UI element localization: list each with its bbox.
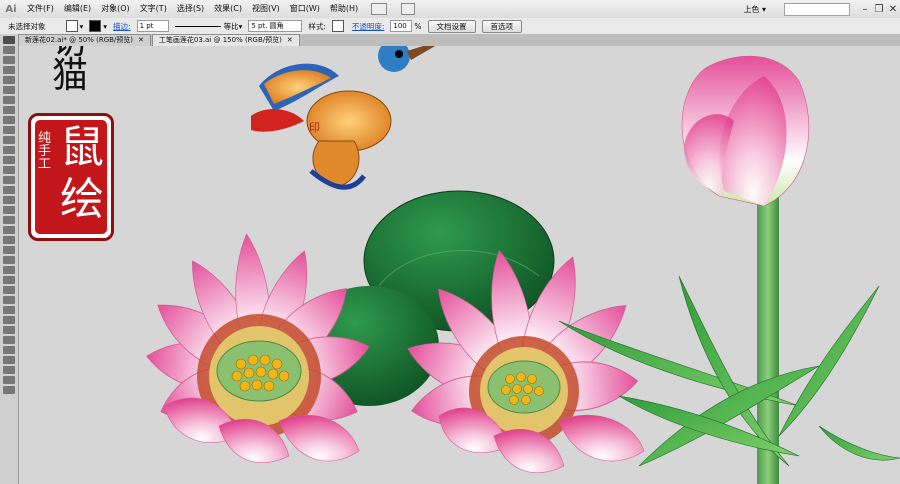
profile-label: 等比 (223, 21, 239, 31)
tab-label: 工笔画莲花03.ai @ 150% (RGB/预览) (158, 36, 282, 44)
tool-icon[interactable] (3, 96, 15, 104)
fill-color-control[interactable]: ▾ (65, 20, 83, 32)
stroke-swatch[interactable] (89, 20, 102, 32)
tool-icon[interactable] (3, 116, 15, 124)
menu-item[interactable]: 对象(O) (96, 0, 135, 18)
tool-icon[interactable] (3, 356, 15, 364)
svg-text:印: 印 (309, 121, 320, 134)
stroke-color-control[interactable]: ▾ (89, 20, 107, 32)
seal-character-1: 鼠 (60, 122, 104, 173)
tool-icon[interactable] (3, 206, 15, 214)
menu-item[interactable]: 选择(S) (172, 0, 209, 18)
maximize-icon[interactable]: ❐ (872, 2, 886, 16)
tool-icon[interactable] (3, 76, 15, 84)
tool-icon[interactable] (3, 166, 15, 174)
tool-icon[interactable] (3, 86, 15, 94)
tool-icon[interactable] (3, 36, 15, 44)
kingfisher-bird: 印 (251, 46, 436, 190)
close-icon[interactable]: ✕ (886, 2, 900, 16)
tool-icon[interactable] (3, 316, 15, 324)
control-bar: 未选择对象 ▾ ▾ 描边: 1 pt 等比 ▾ 5 pt. 圆角 样式: 不透明度… (0, 18, 900, 35)
stroke-label[interactable]: 描边: (113, 21, 131, 32)
artboard-canvas[interactable]: 印 猫 鼠 绘 纯手工 (19, 46, 900, 484)
menu-item[interactable]: 编辑(E) (59, 0, 96, 18)
tool-icon[interactable] (3, 176, 15, 184)
tab-label: 新莲花02.ai* @ 50% (RGB/预览) (25, 36, 134, 44)
tool-icon[interactable] (3, 276, 15, 284)
close-tab-icon[interactable]: ✕ (138, 35, 144, 46)
tool-icon[interactable] (3, 386, 15, 394)
menu-items: 文件(F) 编辑(E) 对象(O) 文字(T) 选择(S) 效果(C) 视图(V) 窗口(W)… (22, 0, 363, 18)
seal-character-2: 绘 (60, 174, 104, 225)
tool-icon[interactable] (3, 56, 15, 64)
tool-icon[interactable] (3, 266, 15, 274)
tab-document-1[interactable]: 新莲花02.ai* @ 50% (RGB/预览) ✕ (18, 34, 151, 46)
preferences-button[interactable]: 首选项 (481, 19, 523, 33)
tool-icon[interactable] (3, 376, 15, 384)
menu-item[interactable]: 文件(F) (22, 0, 59, 18)
red-seal-stamp: 鼠 绘 纯手工 (28, 113, 114, 241)
tool-icon[interactable] (3, 126, 15, 134)
tool-icon[interactable] (3, 46, 15, 54)
tool-icon[interactable] (3, 256, 15, 264)
tool-icon[interactable] (3, 296, 15, 304)
artwork-title: 猫 (52, 55, 89, 96)
opacity-unit: % (414, 21, 422, 31)
tool-icon[interactable] (3, 306, 15, 314)
app-logo: Ai (5, 3, 17, 15)
tab-document-2[interactable]: 工笔画莲花03.ai @ 150% (RGB/预览) ✕ (151, 34, 300, 46)
tool-icon[interactable] (3, 146, 15, 154)
tool-icon[interactable] (3, 136, 15, 144)
brush-definition-field[interactable]: 5 pt. 圆角 (248, 20, 303, 32)
menu-item[interactable]: 视图(V) (247, 0, 285, 18)
menu-item[interactable]: 文字(T) (135, 0, 172, 18)
tool-icon[interactable] (3, 156, 15, 164)
minimize-icon[interactable]: – (858, 2, 872, 16)
workspace-switcher[interactable]: 上色 ▾ (737, 4, 784, 15)
tool-icon[interactable] (3, 186, 15, 194)
lotus-flower-left (142, 231, 376, 463)
tool-icon[interactable] (3, 366, 15, 374)
lotus-artwork: 印 (142, 46, 900, 484)
search-input[interactable] (784, 2, 850, 16)
tool-icon[interactable] (3, 336, 15, 344)
tool-icon[interactable] (3, 216, 15, 224)
tool-icon[interactable] (3, 236, 15, 244)
bridge-icon[interactable] (371, 3, 388, 15)
style-label: 样式: (308, 21, 326, 31)
stroke-weight-field[interactable]: 1 pt (136, 20, 169, 32)
tool-icon[interactable] (3, 66, 15, 74)
tool-icon[interactable] (3, 286, 15, 294)
tool-icon[interactable] (3, 196, 15, 204)
document-setup-button[interactable]: 文档设置 (427, 19, 476, 33)
fill-swatch[interactable] (65, 20, 78, 32)
variable-width-profile[interactable]: 等比 ▾ (174, 21, 242, 32)
style-swatch[interactable] (331, 20, 344, 32)
tools-panel (0, 34, 19, 484)
menu-bar: Ai 文件(F) 编辑(E) 对象(O) 文字(T) 选择(S) 效果(C) 视图(V) 窗口… (0, 0, 900, 19)
tool-icon[interactable] (3, 326, 15, 334)
seal-side-text: 纯手工 (38, 131, 52, 172)
selection-status: 未选择对象 (8, 21, 46, 31)
opacity-label[interactable]: 不透明度: (352, 21, 385, 32)
document-tabs: 新莲花02.ai* @ 50% (RGB/预览) ✕ 工笔画莲花03.ai @ 1… (18, 34, 900, 46)
opacity-field[interactable]: 100 (390, 20, 413, 32)
menu-item[interactable]: 效果(C) (209, 0, 247, 18)
tool-icon[interactable] (3, 346, 15, 354)
close-tab-icon[interactable]: ✕ (287, 35, 293, 46)
menu-item[interactable]: 窗口(W) (285, 0, 325, 18)
menu-item[interactable]: 帮助(H) (325, 0, 363, 18)
arrange-documents-icon[interactable] (401, 3, 416, 15)
tool-icon[interactable] (3, 226, 15, 234)
tool-icon[interactable] (3, 246, 15, 254)
tool-icon[interactable] (3, 106, 15, 114)
